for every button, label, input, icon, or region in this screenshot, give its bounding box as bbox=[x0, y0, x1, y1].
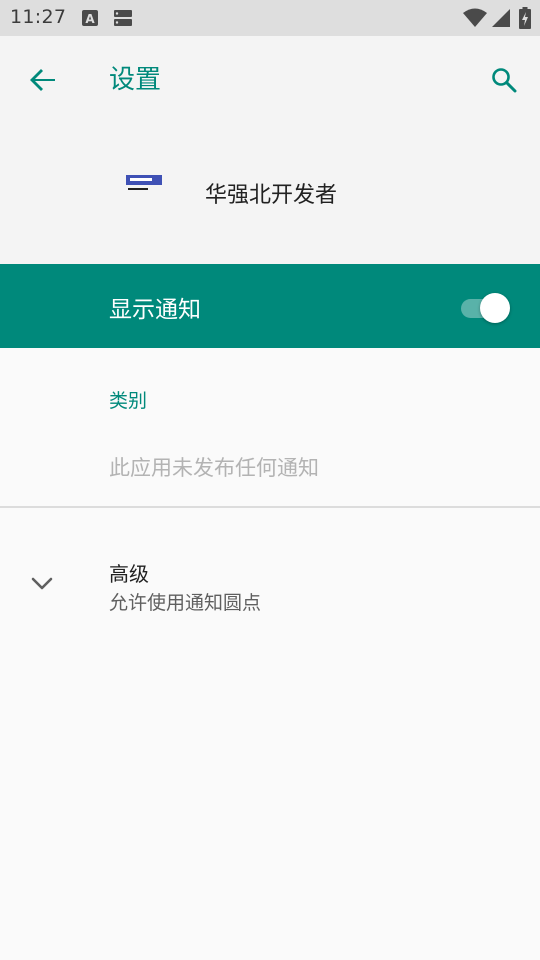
search-icon[interactable] bbox=[484, 60, 524, 100]
app-bar: 设置 bbox=[0, 36, 540, 122]
show-notifications-switch[interactable] bbox=[459, 292, 513, 323]
storage-icon bbox=[113, 9, 133, 31]
developer-icon bbox=[124, 174, 164, 198]
status-time: 11:27 bbox=[10, 6, 67, 28]
show-notifications-row[interactable]: 显示通知 bbox=[0, 264, 540, 348]
category-header: 类别 bbox=[109, 390, 148, 412]
svg-text:A: A bbox=[85, 12, 95, 26]
advanced-row[interactable]: 高级 允许使用通知圆点 bbox=[0, 540, 540, 628]
show-notifications-label: 显示通知 bbox=[109, 297, 201, 323]
chevron-down-icon bbox=[27, 568, 57, 598]
page-title: 设置 bbox=[109, 65, 162, 95]
app-header: 华强北开发者 bbox=[0, 122, 540, 264]
wifi-icon bbox=[463, 8, 487, 32]
advanced-title: 高级 bbox=[109, 562, 149, 586]
no-notifications-text: 此应用未发布任何通知 bbox=[109, 456, 319, 480]
back-arrow-icon[interactable] bbox=[22, 60, 62, 100]
app-name: 华强北开发者 bbox=[205, 183, 338, 208]
advanced-summary: 允许使用通知圆点 bbox=[109, 592, 262, 614]
divider bbox=[0, 506, 540, 508]
battery-charging-icon bbox=[519, 7, 531, 33]
status-bar: 11:27 A bbox=[0, 0, 540, 36]
a-keyboard-icon: A bbox=[81, 9, 99, 31]
signal-icon bbox=[491, 8, 511, 32]
switch-thumb bbox=[480, 293, 510, 323]
